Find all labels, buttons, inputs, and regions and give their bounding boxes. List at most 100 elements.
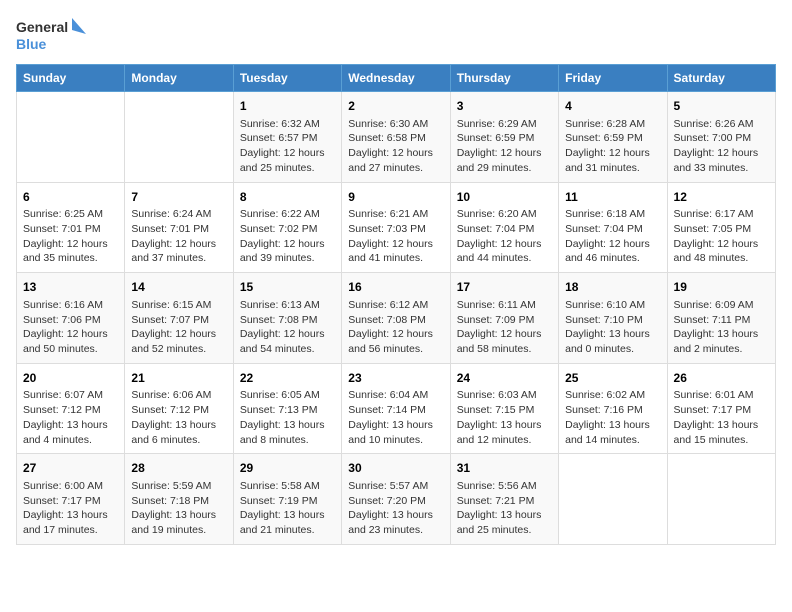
calendar-cell: 13 Sunrise: 6:16 AM Sunset: 7:06 PM Dayli… bbox=[17, 273, 125, 364]
calendar-cell bbox=[667, 454, 775, 545]
cell-content: Sunrise: 6:32 AM Sunset: 6:57 PM Dayligh… bbox=[240, 117, 335, 176]
calendar-cell: 11Sunrise: 6:18 AM Sunset: 7:04 PM Dayli… bbox=[559, 182, 667, 273]
logo: GeneralBlue bbox=[16, 16, 91, 54]
cell-content: Sunrise: 6:30 AM Sunset: 6:58 PM Dayligh… bbox=[348, 117, 443, 176]
calendar-cell: 8Sunrise: 6:22 AM Sunset: 7:02 PM Daylig… bbox=[233, 182, 341, 273]
calendar-cell: 31 Sunrise: 5:56 AM Sunset: 7:21 PM Dayli… bbox=[450, 454, 558, 545]
calendar-cell: 7Sunrise: 6:24 AM Sunset: 7:01 PM Daylig… bbox=[125, 182, 233, 273]
calendar-cell: 27Sunrise: 6:00 AM Sunset: 7:17 PM Dayli… bbox=[17, 454, 125, 545]
cell-content: Sunrise: 6:22 AM Sunset: 7:02 PM Dayligh… bbox=[240, 207, 335, 266]
calendar-cell: 12Sunrise: 6:17 AM Sunset: 7:05 PM Dayli… bbox=[667, 182, 775, 273]
cell-content: Sunrise: 6:18 AM Sunset: 7:04 PM Dayligh… bbox=[565, 207, 660, 266]
calendar-cell: 24Sunrise: 6:03 AM Sunset: 7:15 PM Dayli… bbox=[450, 363, 558, 454]
calendar-cell: 15 Sunrise: 6:13 AM Sunset: 7:08 PM Dayli… bbox=[233, 273, 341, 364]
calendar-cell bbox=[17, 92, 125, 183]
day-header-friday: Friday bbox=[559, 65, 667, 92]
day-number: 12 bbox=[674, 189, 769, 206]
day-number: 1 bbox=[240, 98, 335, 115]
day-number: 29 bbox=[240, 460, 335, 477]
cell-content: Sunrise: 6:16 AM Sunset: 7:06 PM Dayligh… bbox=[23, 298, 118, 357]
day-header-sunday: Sunday bbox=[17, 65, 125, 92]
cell-content: Sunrise: 6:02 AM Sunset: 7:16 PM Dayligh… bbox=[565, 388, 660, 447]
calendar-cell: 23Sunrise: 6:04 AM Sunset: 7:14 PM Dayli… bbox=[342, 363, 450, 454]
calendar-cell: 22Sunrise: 6:05 AM Sunset: 7:13 PM Dayli… bbox=[233, 363, 341, 454]
week-row-5: 27Sunrise: 6:00 AM Sunset: 7:17 PM Dayli… bbox=[17, 454, 776, 545]
day-number: 26 bbox=[674, 370, 769, 387]
day-number: 17 bbox=[457, 279, 552, 296]
day-number: 22 bbox=[240, 370, 335, 387]
day-number: 18 bbox=[565, 279, 660, 296]
cell-content: Sunrise: 6:06 AM Sunset: 7:12 PM Dayligh… bbox=[131, 388, 226, 447]
day-header-thursday: Thursday bbox=[450, 65, 558, 92]
cell-content: Sunrise: 6:21 AM Sunset: 7:03 PM Dayligh… bbox=[348, 207, 443, 266]
calendar-cell: 14Sunrise: 6:15 AM Sunset: 7:07 PM Dayli… bbox=[125, 273, 233, 364]
cell-content: Sunrise: 5:59 AM Sunset: 7:18 PM Dayligh… bbox=[131, 479, 226, 538]
day-number: 19 bbox=[674, 279, 769, 296]
cell-content: Sunrise: 6:03 AM Sunset: 7:15 PM Dayligh… bbox=[457, 388, 552, 447]
day-number: 20 bbox=[23, 370, 118, 387]
cell-content: Sunrise: 6:29 AM Sunset: 6:59 PM Dayligh… bbox=[457, 117, 552, 176]
calendar-cell: 29 Sunrise: 5:58 AM Sunset: 7:19 PM Dayli… bbox=[233, 454, 341, 545]
calendar-cell: 26Sunrise: 6:01 AM Sunset: 7:17 PM Dayli… bbox=[667, 363, 775, 454]
day-number: 25 bbox=[565, 370, 660, 387]
header-row: SundayMondayTuesdayWednesdayThursdayFrid… bbox=[17, 65, 776, 92]
cell-content: Sunrise: 6:07 AM Sunset: 7:12 PM Dayligh… bbox=[23, 388, 118, 447]
cell-content: Sunrise: 6:10 AM Sunset: 7:10 PM Dayligh… bbox=[565, 298, 660, 357]
logo-icon: GeneralBlue bbox=[16, 16, 91, 54]
calendar-cell: 20Sunrise: 6:07 AM Sunset: 7:12 PM Dayli… bbox=[17, 363, 125, 454]
day-number: 21 bbox=[131, 370, 226, 387]
calendar-cell: 18 Sunrise: 6:10 AM Sunset: 7:10 PM Dayli… bbox=[559, 273, 667, 364]
cell-content: Sunrise: 5:57 AM Sunset: 7:20 PM Dayligh… bbox=[348, 479, 443, 538]
calendar-cell: 4Sunrise: 6:28 AM Sunset: 6:59 PM Daylig… bbox=[559, 92, 667, 183]
week-row-1: 1 Sunrise: 6:32 AM Sunset: 6:57 PM Daylig… bbox=[17, 92, 776, 183]
cell-content: Sunrise: 6:00 AM Sunset: 7:17 PM Dayligh… bbox=[23, 479, 118, 538]
day-number: 7 bbox=[131, 189, 226, 206]
day-number: 13 bbox=[23, 279, 118, 296]
day-number: 14 bbox=[131, 279, 226, 296]
day-number: 9 bbox=[348, 189, 443, 206]
day-number: 10 bbox=[457, 189, 552, 206]
cell-content: Sunrise: 6:24 AM Sunset: 7:01 PM Dayligh… bbox=[131, 207, 226, 266]
day-number: 11 bbox=[565, 189, 660, 206]
svg-text:General: General bbox=[16, 19, 68, 35]
cell-content: Sunrise: 6:25 AM Sunset: 7:01 PM Dayligh… bbox=[23, 207, 118, 266]
cell-content: Sunrise: 6:20 AM Sunset: 7:04 PM Dayligh… bbox=[457, 207, 552, 266]
calendar-cell: 30Sunrise: 5:57 AM Sunset: 7:20 PM Dayli… bbox=[342, 454, 450, 545]
cell-content: Sunrise: 5:58 AM Sunset: 7:19 PM Dayligh… bbox=[240, 479, 335, 538]
cell-content: Sunrise: 6:04 AM Sunset: 7:14 PM Dayligh… bbox=[348, 388, 443, 447]
calendar-cell: 19 Sunrise: 6:09 AM Sunset: 7:11 PM Dayli… bbox=[667, 273, 775, 364]
calendar-cell: 3Sunrise: 6:29 AM Sunset: 6:59 PM Daylig… bbox=[450, 92, 558, 183]
calendar-cell: 1 Sunrise: 6:32 AM Sunset: 6:57 PM Daylig… bbox=[233, 92, 341, 183]
day-number: 23 bbox=[348, 370, 443, 387]
calendar-cell: 5Sunrise: 6:26 AM Sunset: 7:00 PM Daylig… bbox=[667, 92, 775, 183]
cell-content: Sunrise: 5:56 AM Sunset: 7:21 PM Dayligh… bbox=[457, 479, 552, 538]
day-number: 31 bbox=[457, 460, 552, 477]
calendar-table: SundayMondayTuesdayWednesdayThursdayFrid… bbox=[16, 64, 776, 545]
calendar-cell bbox=[559, 454, 667, 545]
cell-content: Sunrise: 6:09 AM Sunset: 7:11 PM Dayligh… bbox=[674, 298, 769, 357]
calendar-cell: 10Sunrise: 6:20 AM Sunset: 7:04 PM Dayli… bbox=[450, 182, 558, 273]
day-number: 28 bbox=[131, 460, 226, 477]
week-row-2: 6Sunrise: 6:25 AM Sunset: 7:01 PM Daylig… bbox=[17, 182, 776, 273]
day-number: 2 bbox=[348, 98, 443, 115]
day-number: 24 bbox=[457, 370, 552, 387]
svg-text:Blue: Blue bbox=[16, 36, 47, 52]
cell-content: Sunrise: 6:12 AM Sunset: 7:08 PM Dayligh… bbox=[348, 298, 443, 357]
cell-content: Sunrise: 6:13 AM Sunset: 7:08 PM Dayligh… bbox=[240, 298, 335, 357]
week-row-4: 20Sunrise: 6:07 AM Sunset: 7:12 PM Dayli… bbox=[17, 363, 776, 454]
calendar-cell bbox=[125, 92, 233, 183]
day-number: 4 bbox=[565, 98, 660, 115]
day-header-wednesday: Wednesday bbox=[342, 65, 450, 92]
calendar-cell: 21Sunrise: 6:06 AM Sunset: 7:12 PM Dayli… bbox=[125, 363, 233, 454]
day-number: 15 bbox=[240, 279, 335, 296]
day-header-monday: Monday bbox=[125, 65, 233, 92]
calendar-cell: 16 Sunrise: 6:12 AM Sunset: 7:08 PM Dayli… bbox=[342, 273, 450, 364]
calendar-cell: 25Sunrise: 6:02 AM Sunset: 7:16 PM Dayli… bbox=[559, 363, 667, 454]
day-number: 6 bbox=[23, 189, 118, 206]
header: GeneralBlue bbox=[16, 16, 776, 54]
day-number: 8 bbox=[240, 189, 335, 206]
cell-content: Sunrise: 6:01 AM Sunset: 7:17 PM Dayligh… bbox=[674, 388, 769, 447]
day-number: 16 bbox=[348, 279, 443, 296]
calendar-cell: 6Sunrise: 6:25 AM Sunset: 7:01 PM Daylig… bbox=[17, 182, 125, 273]
week-row-3: 13 Sunrise: 6:16 AM Sunset: 7:06 PM Dayli… bbox=[17, 273, 776, 364]
